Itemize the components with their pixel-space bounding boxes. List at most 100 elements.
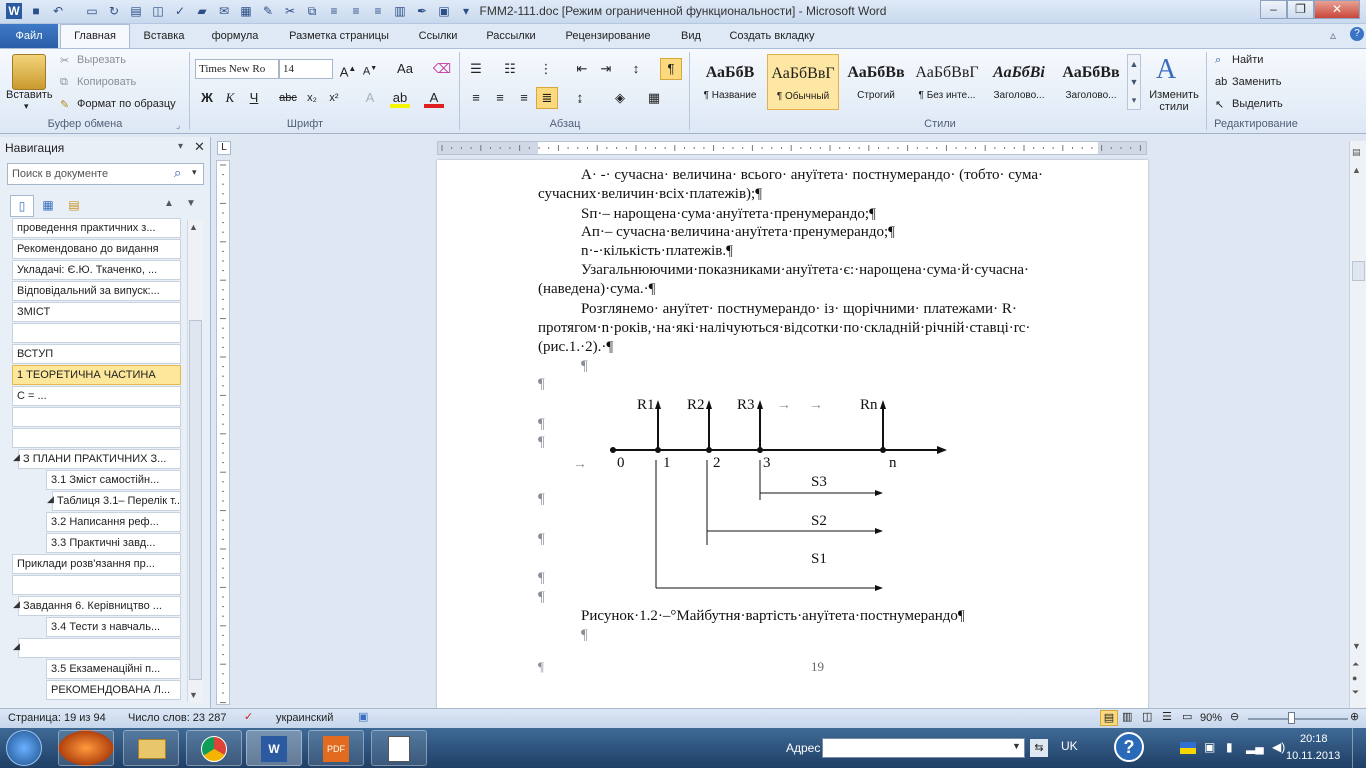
nav-heading-item[interactable]: Завдання 6. Керівництво ... — [18, 596, 181, 616]
find-icon[interactable]: ⌕ — [1215, 54, 1221, 67]
nav-heading-item[interactable] — [12, 407, 181, 427]
macro-icon[interactable]: ▣ — [358, 710, 368, 723]
nav-heading-item[interactable] — [12, 428, 181, 448]
scroll-up-icon[interactable]: ▲ — [1352, 165, 1361, 175]
zoom-level[interactable]: 90% — [1200, 712, 1222, 724]
next-heading-icon[interactable]: ▼ — [186, 198, 196, 209]
nav-close-icon[interactable]: ✕ — [194, 139, 205, 155]
ruler-toggle-icon[interactable]: ▤ — [1352, 147, 1361, 158]
tab-references[interactable]: Ссылки — [412, 26, 464, 47]
font-size-combo[interactable]: 14 — [279, 59, 333, 79]
align-center-icon[interactable]: ≡ — [490, 88, 510, 108]
scroll-up-icon[interactable]: ▲ — [189, 222, 198, 232]
nav-heading-item[interactable]: Рекомендовано до видання — [12, 239, 181, 259]
align-left-icon[interactable]: ≡ — [466, 88, 486, 108]
tab-selector-icon[interactable]: L — [217, 141, 231, 155]
scroll-thumb[interactable] — [1352, 261, 1365, 281]
word-count[interactable]: Число слов: 23 287 — [128, 712, 226, 724]
borders-icon[interactable]: ▦ — [644, 88, 664, 108]
tab-layout[interactable]: Разметка страницы — [282, 26, 396, 47]
minimize-button[interactable]: – — [1260, 0, 1287, 19]
replace-button[interactable]: Заменить — [1232, 76, 1281, 88]
paste-dropdown-icon[interactable]: ▾ — [24, 101, 29, 112]
strikethrough-icon[interactable]: abc — [278, 88, 298, 108]
show-formatting-icon[interactable]: ¶ — [660, 58, 682, 80]
proofing-icon[interactable]: ✓ — [244, 710, 253, 723]
change-case-button[interactable]: Aa — [392, 59, 418, 79]
restore-button[interactable]: ❐ — [1287, 0, 1314, 19]
nav-heading-item[interactable]: 3.4 Тести з навчаль... — [46, 617, 181, 637]
decrease-indent-icon[interactable]: ⇤ — [572, 59, 592, 79]
nav-heading-item[interactable] — [12, 575, 181, 595]
align-right-icon[interactable]: ≡ — [514, 88, 534, 108]
clear-formatting-icon[interactable]: ⌫ — [432, 59, 452, 79]
next-page-icon[interactable]: ⏷ — [1352, 687, 1359, 698]
collapse-icon[interactable]: ◢ — [13, 599, 20, 610]
language[interactable]: украинский — [276, 712, 333, 724]
style-heading-2[interactable]: АаБбВв Заголово... — [1055, 54, 1127, 110]
styles-scroll[interactable]: ▲ ▼ ▾ — [1127, 54, 1141, 110]
nav-heading-item[interactable]: З ПЛАНИ ПРАКТИЧНИХ З... — [18, 449, 181, 469]
select-icon[interactable]: ↖ — [1215, 98, 1224, 111]
line-spacing-icon[interactable]: ↨ — [570, 88, 590, 108]
show-desktop-button[interactable] — [1352, 728, 1366, 768]
full-screen-icon[interactable]: ▥ — [1122, 710, 1132, 723]
zoom-in-icon[interactable]: ⊕ — [1350, 710, 1359, 723]
vertical-ruler[interactable] — [216, 160, 230, 705]
format-painter-icon[interactable]: ✎ — [60, 98, 69, 111]
document-page[interactable]: А· -· сучасна· величина· всього· ануїтет… — [437, 160, 1148, 710]
style-normal[interactable]: АаБбВвГ ¶ Обычный — [767, 54, 839, 110]
paste-icon[interactable] — [12, 54, 46, 90]
tab-file[interactable]: Файл — [0, 24, 58, 48]
print-layout-icon[interactable]: ▤ — [1100, 710, 1118, 726]
style-no-spacing[interactable]: АаБбВвГ ¶ Без инте... — [911, 54, 983, 110]
scroll-thumb[interactable] — [189, 320, 202, 680]
network-icon[interactable]: ▮ — [1226, 740, 1233, 754]
clipboard-launcher-icon[interactable]: ⌟ — [176, 120, 180, 131]
web-layout-icon[interactable]: ◫ — [1142, 710, 1152, 723]
copy-button[interactable]: Копировать — [77, 76, 136, 88]
subscript-icon[interactable]: x₂ — [302, 88, 322, 108]
start-button[interactable] — [6, 730, 42, 766]
style-strong[interactable]: АаБбВв Строгий — [840, 54, 912, 110]
collapse-icon[interactable]: ◢ — [13, 452, 20, 463]
underline-icon[interactable]: Ч — [244, 88, 264, 108]
address-dropdown-icon[interactable]: ▼ — [1012, 741, 1021, 751]
scroll-down-icon[interactable]: ▼ — [1352, 641, 1361, 651]
nav-options-icon[interactable]: ▾ — [178, 141, 183, 152]
tab-formula[interactable]: формула — [204, 26, 266, 47]
change-styles-icon[interactable]: A — [1156, 54, 1176, 86]
tab-view[interactable]: Вид — [674, 26, 708, 47]
nav-heading-item[interactable]: 3.3 Практичні завд... — [46, 533, 181, 553]
collapse-icon[interactable]: ◢ — [13, 641, 20, 652]
nav-heading-item[interactable]: Таблиця 3.1– Перелік т... — [52, 491, 181, 511]
browse-object-icon[interactable]: ● — [1352, 673, 1357, 683]
italic-icon[interactable]: К — [220, 88, 240, 108]
tab-custom[interactable]: Создать вкладку — [722, 26, 822, 47]
tab-insert[interactable]: Вставка — [138, 26, 190, 47]
clock-time[interactable]: 20:18 — [1300, 733, 1328, 745]
cut-button[interactable]: Вырезать — [77, 54, 126, 66]
tab-home[interactable]: Главная — [60, 24, 130, 49]
tray-icon[interactable]: ▣ — [1204, 740, 1215, 754]
nav-heading-item[interactable] — [12, 323, 181, 343]
scroll-down-icon[interactable]: ▼ — [189, 690, 198, 700]
replace-icon[interactable]: ab — [1215, 76, 1227, 88]
numbering-icon[interactable]: ☷ — [500, 59, 520, 79]
shrink-font-icon[interactable]: A▼ — [360, 59, 380, 79]
document-viewer-icon[interactable] — [371, 730, 427, 766]
document-scrollbar[interactable]: ▤ ▲ ▼ ⏶ ● ⏷ — [1349, 141, 1366, 708]
go-icon[interactable]: ⇆ — [1030, 739, 1048, 757]
style-title[interactable]: АаБбВ ¶ Название — [694, 54, 766, 110]
outline-icon[interactable]: ☰ — [1162, 710, 1172, 723]
page-count[interactable]: Страница: 19 из 94 — [8, 712, 106, 724]
pdf-icon[interactable]: PDF — [308, 730, 364, 766]
prev-heading-icon[interactable]: ▲ — [164, 198, 174, 209]
prev-page-icon[interactable]: ⏶ — [1352, 659, 1359, 670]
zoom-out-icon[interactable]: ⊖ — [1230, 710, 1239, 723]
nav-heading-item[interactable]: 1 ТЕОРЕТИЧНА ЧАСТИНА — [12, 365, 181, 385]
cut-icon[interactable]: ✂ — [60, 54, 69, 67]
increase-indent-icon[interactable]: ⇥ — [596, 59, 616, 79]
paste-button[interactable]: Вставить — [6, 89, 53, 101]
bullets-icon[interactable]: ☰ — [466, 59, 486, 79]
